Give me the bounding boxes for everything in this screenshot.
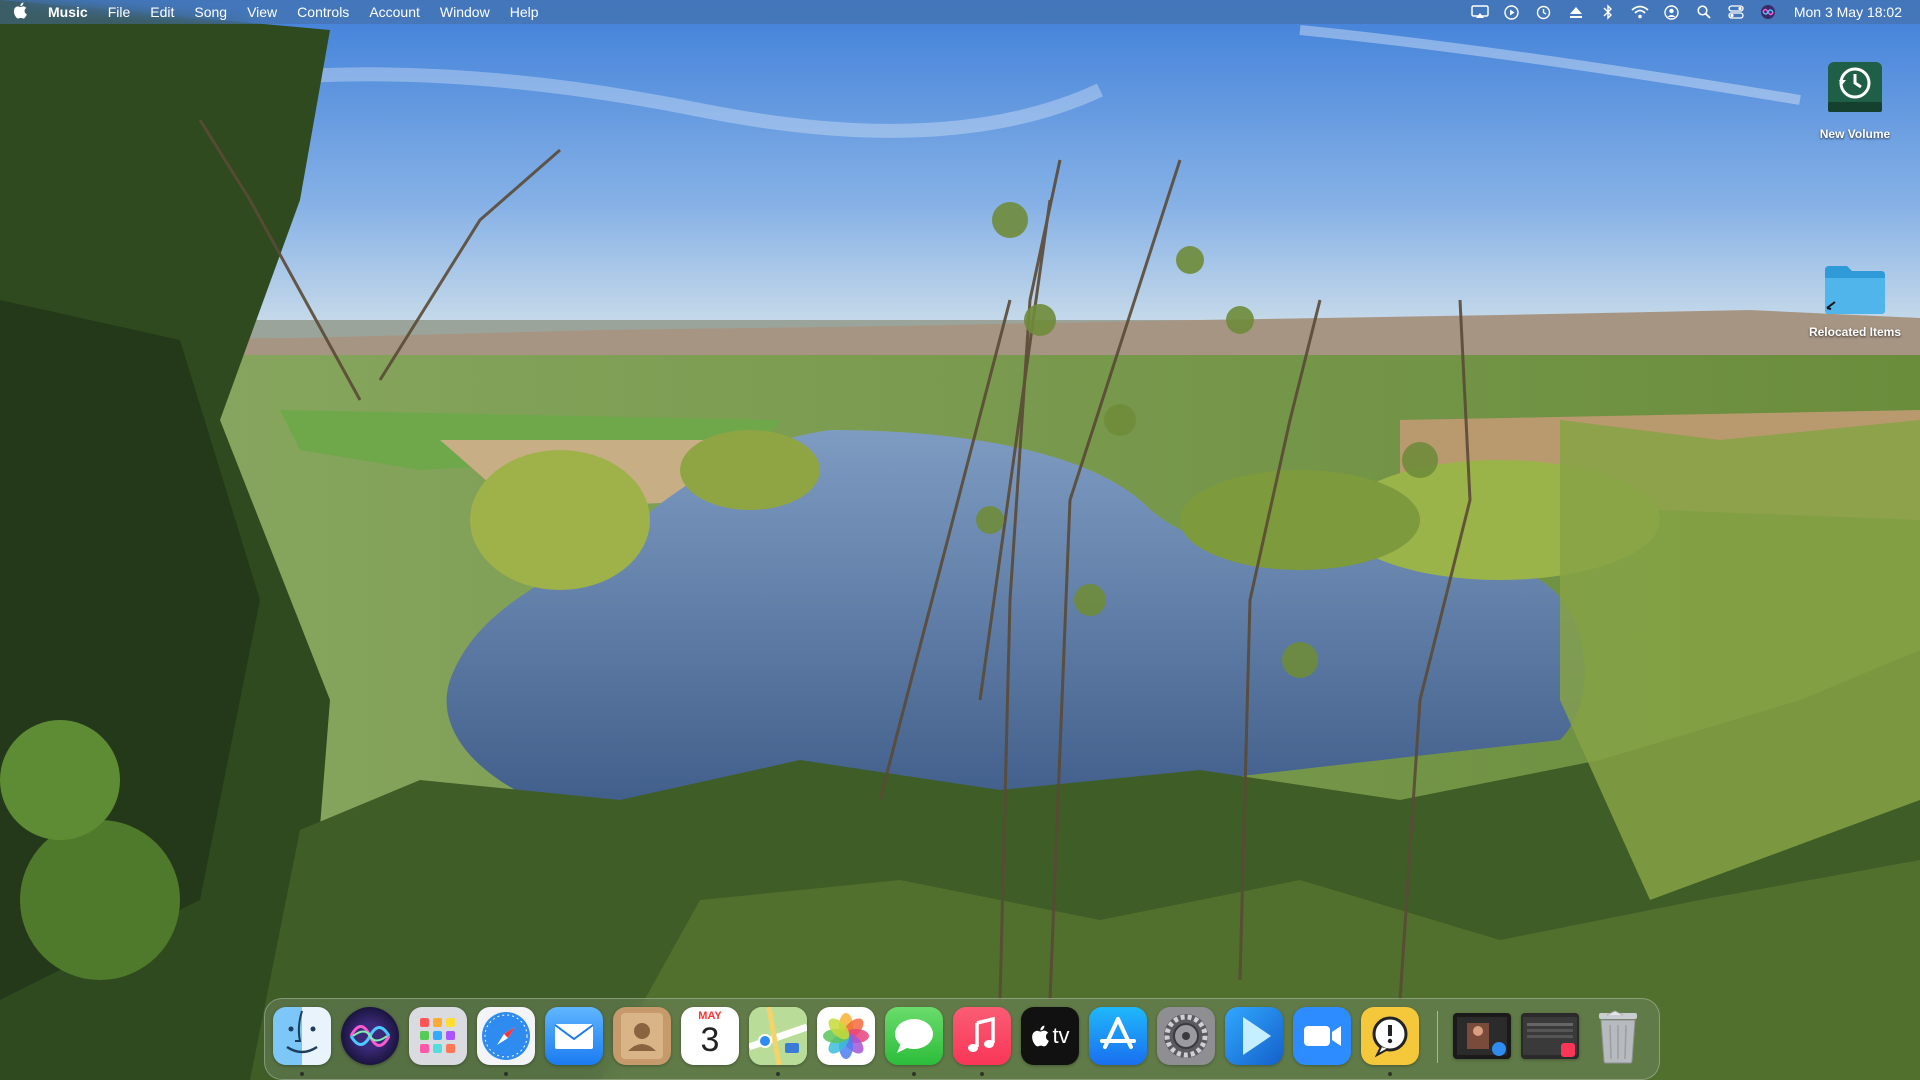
calendar-day: 3	[700, 1021, 720, 1059]
dock-contacts[interactable]	[613, 1007, 671, 1065]
console-icon	[1372, 1016, 1408, 1058]
desktop-icon-relocated-items[interactable]: Relocated Items	[1800, 262, 1910, 339]
menu-bar-clock[interactable]: Mon 3 May 18:02	[1784, 4, 1902, 20]
messages-icon	[895, 1019, 933, 1053]
menu-file[interactable]: File	[98, 0, 141, 24]
dock-recent-item-1[interactable]	[1453, 1013, 1511, 1059]
music-icon	[968, 1016, 995, 1052]
wifi-icon[interactable]	[1624, 0, 1656, 24]
dock-zoom[interactable]	[1293, 1007, 1351, 1065]
dock-photos[interactable]	[817, 1007, 875, 1065]
recent-window-thumbnail-icon	[1523, 1017, 1577, 1057]
dock: MAY 3 tv	[264, 998, 1660, 1080]
dock-music[interactable]	[953, 1007, 1011, 1065]
menu-help[interactable]: Help	[500, 0, 549, 24]
time-machine-icon[interactable]	[1528, 0, 1560, 24]
running-indicator	[300, 1072, 304, 1076]
dock-console[interactable]	[1361, 1007, 1419, 1065]
dock-recent-item-2[interactable]	[1521, 1013, 1579, 1059]
dock-tv[interactable]: tv	[1021, 1007, 1079, 1065]
prime-video-icon	[1243, 1017, 1271, 1055]
desktop-icon-new-volume[interactable]: New Volume	[1800, 58, 1910, 141]
menu-edit[interactable]: Edit	[140, 0, 184, 24]
dock-separator	[1437, 1011, 1438, 1063]
running-indicator	[504, 1072, 508, 1076]
dock-messages[interactable]	[885, 1007, 943, 1065]
dock-mail[interactable]	[545, 1007, 603, 1065]
dock-trash[interactable]	[1589, 1007, 1647, 1065]
screen-mirroring-icon[interactable]	[1464, 0, 1496, 24]
desktop-icon-label: New Volume	[1819, 127, 1891, 141]
desktop-wallpaper	[0, 0, 1920, 1080]
play-circle-icon[interactable]	[1496, 0, 1528, 24]
trash-icon	[1599, 1010, 1637, 1064]
menu-window[interactable]: Window	[430, 0, 500, 24]
running-indicator	[912, 1072, 916, 1076]
recent-window-thumbnail-icon	[1457, 1017, 1507, 1056]
zoom-icon	[1304, 1026, 1341, 1046]
safari-icon	[482, 1012, 530, 1060]
dock-system-preferences[interactable]	[1157, 1007, 1215, 1065]
running-indicator	[1388, 1072, 1392, 1076]
apple-tv-icon	[1032, 1025, 1050, 1047]
menu-view[interactable]: View	[237, 0, 287, 24]
running-indicator	[776, 1072, 780, 1076]
dock-maps[interactable]	[749, 1007, 807, 1065]
user-account-icon[interactable]	[1656, 0, 1688, 24]
desktop-icon-label: Relocated Items	[1808, 325, 1902, 339]
menu-bar: Music File Edit Song View Controls Accou…	[0, 0, 1920, 24]
siri-icon[interactable]	[1752, 0, 1784, 24]
running-indicator	[980, 1072, 984, 1076]
menu-controls[interactable]: Controls	[287, 0, 359, 24]
tv-label: tv	[1052, 1023, 1070, 1048]
menu-song[interactable]: Song	[184, 0, 237, 24]
menu-account[interactable]: Account	[359, 0, 430, 24]
dock-siri[interactable]	[341, 1007, 399, 1065]
folder-icon	[1800, 262, 1910, 319]
dock-app-store[interactable]	[1089, 1007, 1147, 1065]
dock-finder[interactable]	[273, 1007, 331, 1065]
eject-icon[interactable]	[1560, 0, 1592, 24]
dock-prime-video[interactable]	[1225, 1007, 1283, 1065]
launchpad-icon	[420, 1018, 455, 1053]
photos-icon	[823, 1013, 869, 1059]
control-center-icon[interactable]	[1720, 0, 1752, 24]
dock-safari[interactable]	[477, 1007, 535, 1065]
siri-icon	[349, 1025, 391, 1047]
bluetooth-icon[interactable]	[1592, 0, 1624, 24]
mail-icon	[554, 1024, 594, 1049]
finder-icon	[286, 1010, 318, 1054]
system-preferences-icon	[1164, 1014, 1208, 1058]
dock-calendar[interactable]: MAY 3	[681, 1007, 739, 1065]
time-machine-drive-icon	[1800, 58, 1910, 121]
app-store-icon	[1100, 1017, 1136, 1049]
contacts-icon	[621, 1013, 663, 1059]
spotlight-search-icon[interactable]	[1688, 0, 1720, 24]
menu-app-name[interactable]: Music	[40, 0, 98, 24]
maps-icon	[749, 1007, 807, 1065]
dock-launchpad[interactable]	[409, 1007, 467, 1065]
apple-menu-icon[interactable]	[0, 2, 40, 23]
